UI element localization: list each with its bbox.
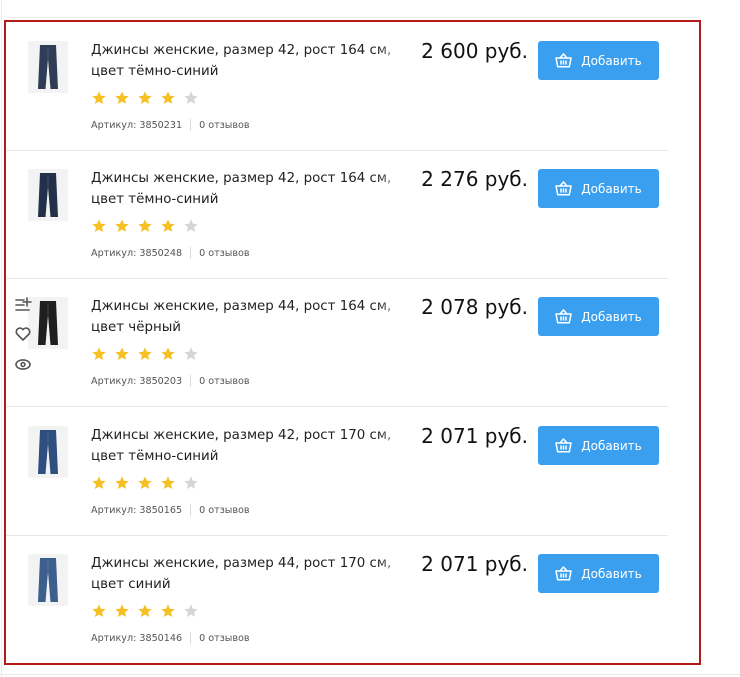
page-bottom-divider (0, 674, 740, 675)
page-left-border (1, 0, 2, 677)
selection-highlight-frame (4, 20, 701, 665)
list-top-divider (6, 17, 698, 18)
